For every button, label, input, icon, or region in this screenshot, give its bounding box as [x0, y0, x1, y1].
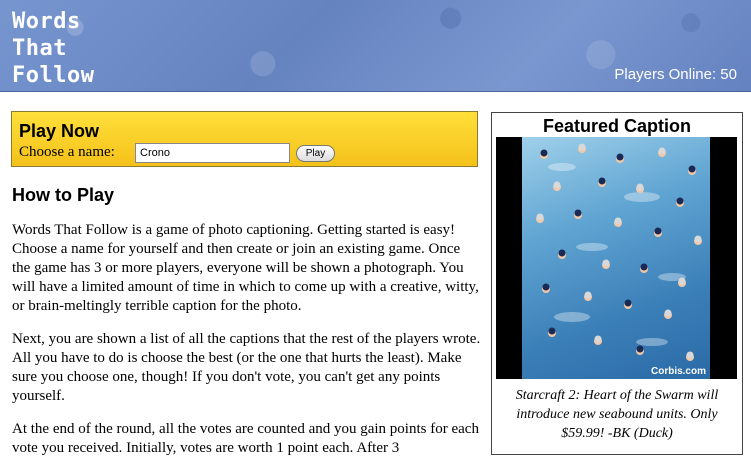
- how-to-play-title: How to Play: [12, 185, 115, 205]
- featured-photo-frame: Corbis.com: [496, 137, 737, 379]
- title-line-1: Words: [12, 9, 81, 34]
- featured-caption-panel: Featured Caption Corbis.com Starcraft 2:…: [491, 112, 743, 455]
- how-paragraph-2: Next, you are shown a list of all the ca…: [12, 331, 481, 404]
- photo-credit: Corbis.com: [650, 366, 706, 377]
- site-header: Words That Follow Players Online: 50: [0, 0, 751, 92]
- site-logo[interactable]: Words That Follow: [12, 8, 94, 89]
- name-input[interactable]: [135, 143, 290, 163]
- play-now-title: Play Now: [19, 121, 100, 141]
- title-line-2: That: [12, 36, 67, 61]
- featured-photo[interactable]: Corbis.com: [522, 137, 710, 379]
- players-online-count: Players Online: 50: [614, 66, 737, 83]
- title-line-3: Follow: [12, 63, 95, 88]
- choose-name-label: Choose a name:: [19, 144, 115, 160]
- play-now-panel: Play Now Choose a name: Play: [11, 111, 478, 167]
- featured-caption-title: Featured Caption: [542, 116, 691, 136]
- featured-caption-text: Starcraft 2: Heart of the Swarm will int…: [515, 388, 719, 441]
- how-paragraph-1: Words That Follow is a game of photo cap…: [12, 222, 479, 314]
- how-paragraph-3: At the end of the round, all the votes a…: [12, 421, 479, 456]
- play-button[interactable]: Play: [296, 145, 335, 162]
- how-to-play-text: Words That Follow is a game of photo cap…: [12, 221, 482, 472]
- swimmers-photo-icon: [536, 143, 702, 361]
